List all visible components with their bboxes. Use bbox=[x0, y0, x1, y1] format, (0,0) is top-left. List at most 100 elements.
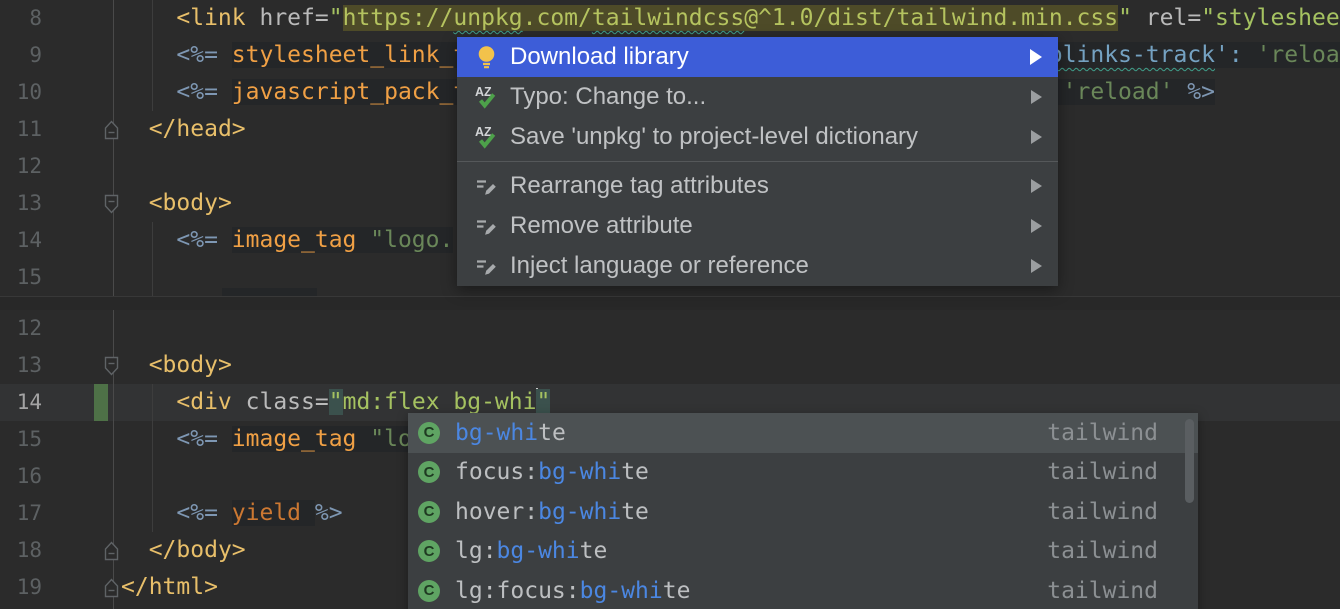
code-token: @^1.0/dist/tailwind.min.css bbox=[744, 5, 1118, 31]
editor-gutter: 19 bbox=[0, 569, 121, 606]
indent-spaces bbox=[121, 79, 176, 105]
completion-item-hover-bg-white[interactable]: Chover:bg-whitetailwind bbox=[408, 492, 1198, 532]
code-completion-popup: Cbg-whitetailwindCfocus:bg-whitetailwind… bbox=[408, 413, 1198, 609]
code-token: rel bbox=[1146, 5, 1188, 31]
line-number: 14 bbox=[0, 384, 42, 421]
code-token: </head> bbox=[149, 116, 246, 142]
menu-item-download-library[interactable]: Download library bbox=[457, 37, 1058, 77]
indent-spaces bbox=[121, 190, 149, 216]
code-token: <%= bbox=[176, 227, 231, 253]
editor-gutter: 14 bbox=[0, 222, 121, 259]
css-class-icon: C bbox=[418, 540, 440, 562]
code-token: <%= bbox=[176, 79, 231, 105]
code-token: "logo. bbox=[370, 227, 453, 253]
line-number: 12 bbox=[0, 310, 42, 347]
menu-item-label: Remove attribute bbox=[510, 212, 693, 240]
code-token: 'reload' bbox=[1063, 79, 1174, 105]
edit-icon bbox=[473, 213, 499, 239]
completion-item-lg-bg-white[interactable]: Clg:bg-whitetailwind bbox=[408, 532, 1198, 572]
completion-item-lg-focus-bg-white[interactable]: Clg:focus:bg-whitetailwind bbox=[408, 571, 1198, 609]
submenu-arrow-icon bbox=[1031, 219, 1042, 233]
line-number: 8 bbox=[0, 0, 42, 37]
code-token: yield bbox=[232, 500, 315, 526]
code-token: <%= bbox=[176, 500, 231, 526]
fold-marker-down[interactable] bbox=[103, 355, 120, 376]
completion-match: bg-whi bbox=[580, 578, 663, 604]
indent-spaces bbox=[121, 426, 176, 452]
lightbulb-icon bbox=[473, 44, 499, 70]
fold-marker-down[interactable] bbox=[103, 193, 120, 214]
editor-gutter: 13 bbox=[0, 347, 121, 384]
menu-item-label: Typo: Change to... bbox=[510, 83, 706, 111]
line-number: 15 bbox=[0, 421, 42, 458]
change-marker[interactable] bbox=[94, 384, 108, 421]
completion-origin-label: tailwind bbox=[1047, 459, 1188, 485]
intention-actions-menu: Download library AZ Typo: Change to... AZSa… bbox=[457, 37, 1058, 286]
code-line-12[interactable]: 12 bbox=[0, 310, 1340, 347]
submenu-arrow-icon bbox=[1031, 90, 1042, 104]
completion-item-name: bg-white bbox=[455, 420, 566, 446]
code-token: tailwindcss bbox=[592, 5, 744, 31]
ide-editor-screen: 8 <link href="https://unpkg.com/tailwind… bbox=[0, 0, 1340, 609]
line-number: 10 bbox=[0, 74, 42, 111]
line-number: 11 bbox=[0, 111, 42, 148]
indent-spaces bbox=[121, 352, 149, 378]
menu-item-label: Inject language or reference bbox=[510, 252, 809, 280]
completion-prefix: lg:focus: bbox=[455, 578, 580, 604]
code-token: "stylesheet"> bbox=[1201, 5, 1340, 31]
completion-item-focus-bg-white[interactable]: Cfocus:bg-whitetailwind bbox=[408, 453, 1198, 493]
editor-gutter: 12 bbox=[0, 148, 121, 185]
line-number: 12 bbox=[0, 148, 42, 185]
completion-origin-label: tailwind bbox=[1047, 420, 1188, 446]
completion-item-name: hover:bg-white bbox=[455, 499, 649, 525]
editor-gutter: 12 bbox=[0, 310, 121, 347]
editor-gutter: 13 bbox=[0, 185, 121, 222]
menu-item-remove-attribute[interactable]: Remove attribute bbox=[457, 206, 1058, 246]
editor-gutter: 16 bbox=[0, 458, 121, 495]
indent-spaces bbox=[121, 116, 149, 142]
indent-guide bbox=[152, 384, 153, 532]
menu-separator bbox=[457, 157, 1058, 166]
menu-item-label: Rearrange tag attributes bbox=[510, 172, 769, 200]
line-number: 13 bbox=[0, 185, 42, 222]
code-token: <%= bbox=[176, 42, 231, 68]
menu-item-save-unpkg-to-project-level-dictionary[interactable]: AZSave 'unpkg' to project-level dictiona… bbox=[457, 117, 1058, 157]
completion-prefix: hover: bbox=[455, 499, 538, 525]
completion-match: bg-whi bbox=[455, 420, 538, 446]
line-number: 18 bbox=[0, 532, 42, 569]
menu-item-inject-language-or-reference[interactable]: Inject language or reference bbox=[457, 246, 1058, 286]
menu-item-rearrange-tag-attributes[interactable]: Rearrange tag attributes bbox=[457, 166, 1058, 206]
menu-item-typo-change-to[interactable]: AZ Typo: Change to... bbox=[457, 77, 1058, 117]
completion-item-bg-white[interactable]: Cbg-white tailwind bbox=[408, 413, 1198, 453]
completion-item-name: focus:bg-white bbox=[455, 459, 649, 485]
code-token: <%= bbox=[176, 426, 231, 452]
fold-marker-up[interactable] bbox=[103, 540, 120, 561]
code-token: <link bbox=[176, 5, 259, 31]
completion-rest: te bbox=[580, 538, 608, 564]
pane-separator bbox=[0, 296, 1340, 310]
spellcheck-icon: AZ bbox=[473, 124, 499, 150]
edit-icon bbox=[473, 173, 499, 199]
completion-match: bg-whi bbox=[497, 538, 580, 564]
code-text: <link href="https://unpkg.com/tailwindcs… bbox=[121, 0, 1340, 37]
code-token: class bbox=[246, 389, 315, 415]
spellcheck-icon: AZ bbox=[473, 84, 499, 110]
code-token: " bbox=[1118, 5, 1132, 31]
code-token bbox=[1132, 5, 1146, 31]
completion-origin-label: tailwind bbox=[1047, 499, 1188, 525]
code-token: href bbox=[259, 5, 314, 31]
completion-rest: te bbox=[621, 499, 649, 525]
gutter-separator bbox=[113, 0, 114, 296]
completion-item-name: lg:focus:bg-white bbox=[455, 578, 690, 604]
line-number: 17 bbox=[0, 495, 42, 532]
completion-rest: te bbox=[663, 578, 691, 604]
code-token: " bbox=[329, 389, 343, 415]
code-line-13[interactable]: 13 <body> bbox=[0, 347, 1340, 384]
popup-scrollbar[interactable] bbox=[1185, 419, 1194, 503]
css-class-icon: C bbox=[418, 580, 440, 602]
line-number: 9 bbox=[0, 37, 42, 74]
css-class-icon: C bbox=[418, 422, 440, 444]
fold-marker-up[interactable] bbox=[103, 577, 120, 598]
fold-marker-up[interactable] bbox=[103, 119, 120, 140]
code-line-8[interactable]: 8 <link href="https://unpkg.com/tailwind… bbox=[0, 0, 1340, 37]
